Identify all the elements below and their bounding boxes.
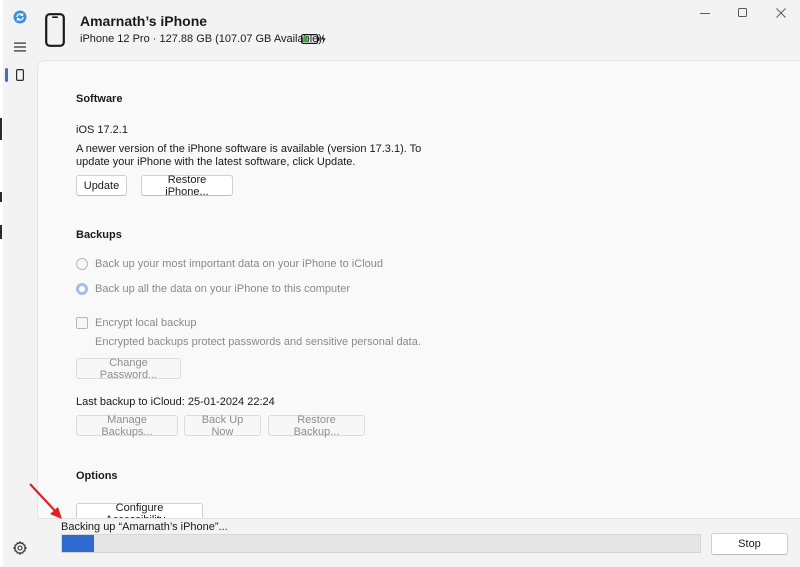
stop-button[interactable]: Stop — [711, 533, 788, 555]
progress-fill — [62, 535, 94, 552]
backup-computer-label: Back up all the data on your iPhone to t… — [95, 283, 350, 295]
software-section-title: Software — [76, 93, 123, 105]
radio-button-selected[interactable] — [76, 283, 88, 295]
update-button[interactable]: Update — [76, 175, 127, 196]
device-info: iPhone 12 Pro · 127.88 GB (107.07 GB Ava… — [80, 33, 322, 45]
backup-computer-option[interactable]: Back up all the data on your iPhone to t… — [76, 283, 350, 295]
sync-status-bar: Backing up “Amarnath’s iPhone”... Stop — [37, 518, 800, 567]
hamburger-menu-icon — [14, 42, 26, 52]
options-section-title: Options — [76, 470, 118, 482]
itunes-sync-icon — [13, 10, 27, 24]
backup-progress-bar — [61, 534, 701, 553]
radio-button[interactable] — [76, 258, 88, 270]
update-message-line2: update your iPhone with the latest softw… — [76, 156, 356, 168]
last-backup-info: Last backup to iCloud: 25-01-2024 22:24 — [76, 396, 275, 408]
device-summary-panel: Software iOS 17.2.1 A newer version of t… — [37, 60, 800, 519]
edge-mark — [0, 118, 2, 140]
window-controls — [686, 0, 800, 28]
nav-item-device[interactable] — [3, 66, 37, 84]
iphone-icon — [45, 13, 65, 47]
backup-icloud-label: Back up your most important data on your… — [95, 258, 383, 270]
device-name: Amarnath’s iPhone — [80, 13, 208, 29]
update-message-line1: A newer version of the iPhone software i… — [76, 143, 422, 155]
annotation-arrow-icon — [29, 483, 62, 519]
ios-version: iOS 17.2.1 — [76, 124, 128, 136]
minimize-icon — [700, 13, 710, 14]
close-icon — [776, 8, 786, 18]
app-icon — [3, 8, 37, 26]
menu-button[interactable] — [3, 38, 37, 56]
backup-status-text: Backing up “Amarnath’s iPhone”... — [61, 521, 228, 533]
minimize-button[interactable] — [686, 0, 724, 26]
edge-mark — [0, 225, 2, 239]
restore-backup-button[interactable]: Restore Backup... — [268, 414, 365, 438]
gear-icon — [13, 541, 27, 555]
backup-icloud-option[interactable]: Back up your most important data on your… — [76, 258, 383, 270]
battery-charging-icon — [301, 33, 326, 45]
configure-accessibility-button[interactable]: Configure Accessibility... — [76, 502, 203, 519]
back-up-now-button[interactable]: Back Up Now — [184, 414, 261, 438]
backups-section-title: Backups — [76, 229, 122, 241]
manage-backups-button[interactable]: Manage Backups... — [76, 414, 178, 438]
battery-indicator — [301, 33, 327, 45]
change-password-button[interactable]: Change Password... — [76, 357, 181, 381]
encrypt-checkbox[interactable] — [76, 317, 88, 329]
iphone-icon — [16, 69, 24, 81]
restore-iphone-button[interactable]: Restore iPhone... — [141, 174, 233, 198]
maximize-button[interactable] — [724, 0, 762, 26]
maximize-icon — [738, 8, 747, 17]
device-icon — [45, 13, 65, 52]
close-button[interactable] — [762, 0, 800, 26]
encrypt-backup-option[interactable]: Encrypt local backup — [76, 317, 197, 329]
settings-button[interactable] — [3, 541, 37, 555]
edge-mark — [0, 192, 2, 202]
encrypt-description: Encrypted backups protect passwords and … — [95, 336, 421, 348]
encrypt-label: Encrypt local backup — [95, 317, 197, 329]
